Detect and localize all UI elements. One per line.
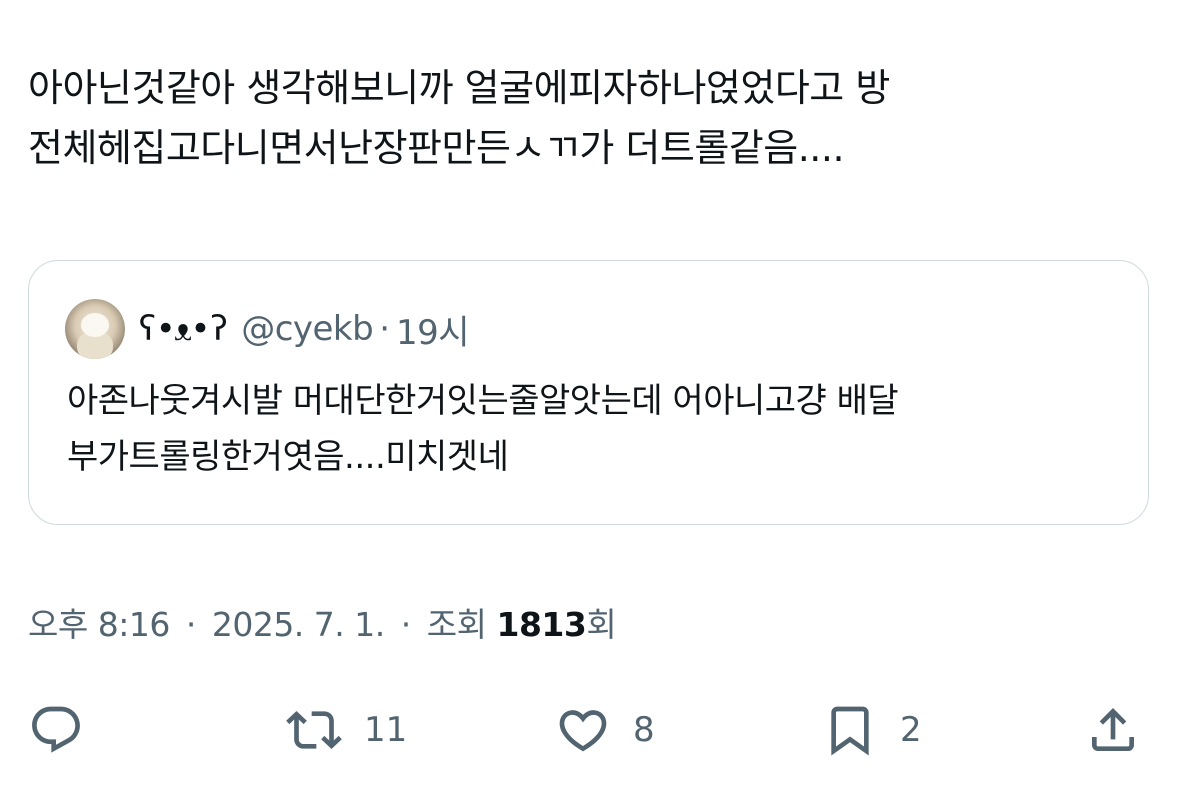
quoted-tweet-card[interactable]: ʕ•ᴥ•ʔ @cyekb · 19시 아존나웃겨시발 머대단한거잇는줄알앗는데 … <box>28 260 1149 525</box>
bookmark-button[interactable]: 2 <box>822 700 922 760</box>
views-count: 1813 <box>496 605 587 644</box>
retweet-count: 11 <box>364 710 408 750</box>
tweet-text: 아아닌것같아 생각해보니까 얼굴에피자하나얹었다고 방 전체헤집고다니면서난장판… <box>28 66 890 170</box>
reply-button[interactable] <box>28 700 106 760</box>
bookmark-icon <box>831 706 869 756</box>
share-icon <box>1092 708 1134 751</box>
avatar-face-shape <box>81 313 109 337</box>
heart-icon <box>559 710 607 752</box>
views-prefix: 조회 <box>426 605 487 644</box>
share-button[interactable] <box>1085 700 1141 760</box>
quoted-tweet-text: 아존나웃겨시발 머대단한거잇는줄알앗는데 어아니고걍 배달 부가트롤링한거엿음.… <box>67 381 899 477</box>
like-count: 8 <box>633 710 655 750</box>
quoted-tweet-header: ʕ•ᴥ•ʔ @cyekb · 19시 <box>65 297 470 361</box>
views-suffix: 회 <box>586 605 617 644</box>
quoted-display-name[interactable]: ʕ•ᴥ•ʔ <box>137 309 229 349</box>
avatar[interactable] <box>65 299 125 359</box>
tweet-date[interactable]: 2025. 7. 1. <box>212 605 385 644</box>
bookmark-count: 2 <box>900 710 922 750</box>
separator-dot: · <box>400 605 412 644</box>
quoted-time[interactable]: 19시 <box>396 305 470 354</box>
separator-dot: · <box>379 309 391 349</box>
action-bar: 11 8 2 <box>0 700 1179 760</box>
retweet-icon <box>286 711 342 749</box>
reply-icon <box>32 706 80 753</box>
tweet-meta: 오후 8:16 · 2025. 7. 1. · 조회 1813회 <box>28 600 617 650</box>
retweet-button[interactable]: 11 <box>286 700 407 760</box>
separator-dot: · <box>185 605 197 644</box>
like-button[interactable]: 8 <box>555 700 655 760</box>
tweet-time[interactable]: 오후 8:16 <box>28 605 170 644</box>
quoted-handle[interactable]: @cyekb <box>241 309 374 349</box>
